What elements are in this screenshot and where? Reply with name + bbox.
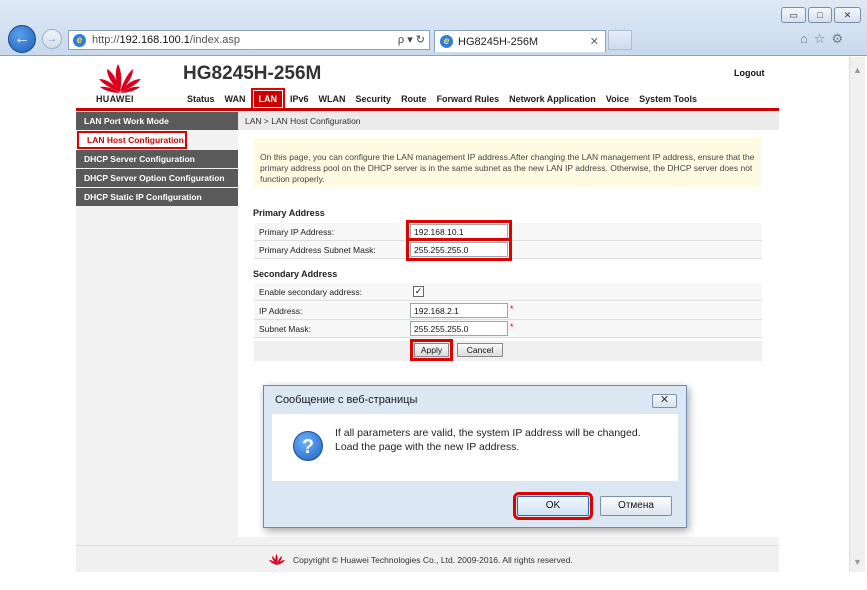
brand-name: HUAWEI [96, 94, 134, 104]
device-model: HG8245H-256M [183, 63, 322, 84]
close-window-button[interactable]: ✕ [834, 7, 861, 23]
sidebar-item-lan-host-configuration[interactable]: LAN Host Configuration [77, 131, 187, 149]
dialog-close-icon[interactable]: ✕ [652, 394, 677, 408]
sidebar-item-dhcp-server-configuration[interactable]: DHCP Server Configuration [76, 150, 238, 168]
dialog-title: Сообщение с веб-страницы [275, 394, 418, 406]
enable-secondary-checkbox[interactable]: ✓ [413, 286, 424, 297]
new-tab-button[interactable] [608, 30, 632, 50]
primary-mask-input[interactable] [406, 238, 512, 261]
nav-route[interactable]: Route [396, 91, 432, 107]
required-mark: * [510, 322, 514, 332]
cancel-button[interactable]: Cancel [457, 343, 503, 357]
url-path: /index.asp [189, 34, 241, 46]
enable-secondary-row: Enable secondary address: ✓ [254, 283, 762, 301]
back-arrow-icon[interactable]: ← [8, 25, 36, 53]
nav-security[interactable]: Security [351, 91, 397, 107]
primary-mask-label: Primary Address Subnet Mask: [259, 245, 376, 255]
secondary-ip-input[interactable] [410, 303, 508, 318]
info-notice: On this page, you can configure the LAN … [254, 138, 762, 187]
nav-status[interactable]: Status [182, 91, 220, 107]
dialog-body: ? If all parameters are valid, the syste… [272, 414, 678, 481]
nav-network-application[interactable]: Network Application [504, 91, 601, 107]
page-header: HUAWEI HG8245H-256M Logout Status WAN LA… [76, 57, 779, 110]
logout-link[interactable]: Logout [734, 68, 765, 78]
enable-secondary-label: Enable secondary address: [259, 287, 363, 297]
breadcrumb: LAN > LAN Host Configuration [238, 112, 779, 130]
forward-arrow-icon[interactable]: → [42, 29, 62, 49]
address-url[interactable]: http://192.168.100.1/index.asp [92, 34, 240, 46]
primary-mask-row: Primary Address Subnet Mask: [254, 238, 762, 261]
sidebar-item-dhcp-server-option-configuration[interactable]: DHCP Server Option Configuration [76, 169, 238, 187]
url-prefix: http:// [92, 34, 120, 46]
primary-ip-row: Primary IP Address: [254, 220, 762, 243]
browser-chrome: ▭ □ ✕ ← → e http://192.168.100.1/index.a… [0, 0, 867, 56]
question-icon: ? [293, 431, 323, 461]
nav-voice[interactable]: Voice [601, 91, 634, 107]
main-nav: Status WAN LAN IPv6 WLAN Security Route … [182, 88, 702, 110]
maximize-button[interactable]: □ [808, 7, 832, 23]
form-buttons: Apply Cancel [254, 339, 762, 361]
sidebar-item-lan-port-work-mode[interactable]: LAN Port Work Mode [76, 112, 238, 130]
sidebar: LAN Port Work Mode LAN Host Configuratio… [76, 112, 238, 207]
secondary-mask-label: Subnet Mask: [259, 324, 311, 334]
primary-address-title: Primary Address [253, 208, 325, 218]
secondary-address-title: Secondary Address [253, 269, 338, 279]
tab-close-icon[interactable]: ✕ [590, 35, 599, 48]
nav-forward-rules[interactable]: Forward Rules [432, 91, 505, 107]
scroll-down-icon[interactable]: ▼ [853, 557, 862, 567]
copyright-text: Copyright © Huawei Technologies Co., Ltd… [293, 555, 573, 565]
secondary-mask-row: Subnet Mask: * [254, 320, 762, 338]
url-host: 192.168.100.1 [119, 34, 190, 46]
nav-wlan[interactable]: WLAN [314, 91, 351, 107]
header-divider [76, 108, 779, 111]
required-mark: * [510, 304, 514, 314]
sidebar-item-dhcp-static-ip-configuration[interactable]: DHCP Static IP Configuration [76, 188, 238, 206]
apply-button[interactable]: Apply [410, 339, 453, 361]
ie-page-icon: e [73, 33, 86, 47]
primary-ip-input[interactable] [406, 220, 512, 243]
nav-ipv6[interactable]: IPv6 [285, 91, 314, 107]
home-favorites-settings-icons[interactable]: ⌂☆⚙ [800, 31, 849, 47]
minimize-button[interactable]: ▭ [781, 7, 806, 23]
confirm-dialog: Сообщение с веб-страницы ✕ ? If all para… [263, 385, 687, 528]
tab-title: HG8245H-256M [458, 35, 539, 48]
secondary-ip-row: IP Address: * [254, 302, 762, 320]
dialog-ok-button[interactable]: OK [513, 492, 593, 520]
scroll-up-icon[interactable]: ▲ [853, 65, 862, 75]
vertical-scrollbar[interactable]: ▲ ▼ [849, 57, 865, 572]
primary-ip-label: Primary IP Address: [259, 227, 334, 237]
tab-ie-icon: e [440, 35, 453, 48]
dialog-cancel-button[interactable]: Отмена [600, 496, 672, 516]
dialog-message: If all parameters are valid, the system … [335, 427, 641, 453]
nav-system-tools[interactable]: System Tools [634, 91, 702, 107]
browser-tab[interactable]: e HG8245H-256M ✕ [434, 30, 606, 52]
nav-wan[interactable]: WAN [220, 91, 251, 107]
address-bar[interactable]: e http://192.168.100.1/index.asp ρ ▾ ↻ [68, 30, 430, 50]
nav-lan[interactable]: LAN [250, 88, 285, 110]
search-refresh-icons[interactable]: ρ ▾ ↻ [398, 33, 425, 46]
huawei-small-logo-icon [269, 554, 285, 565]
secondary-ip-label: IP Address: [259, 306, 303, 316]
secondary-mask-input[interactable] [410, 321, 508, 336]
page-footer: Copyright © Huawei Technologies Co., Ltd… [76, 545, 779, 572]
